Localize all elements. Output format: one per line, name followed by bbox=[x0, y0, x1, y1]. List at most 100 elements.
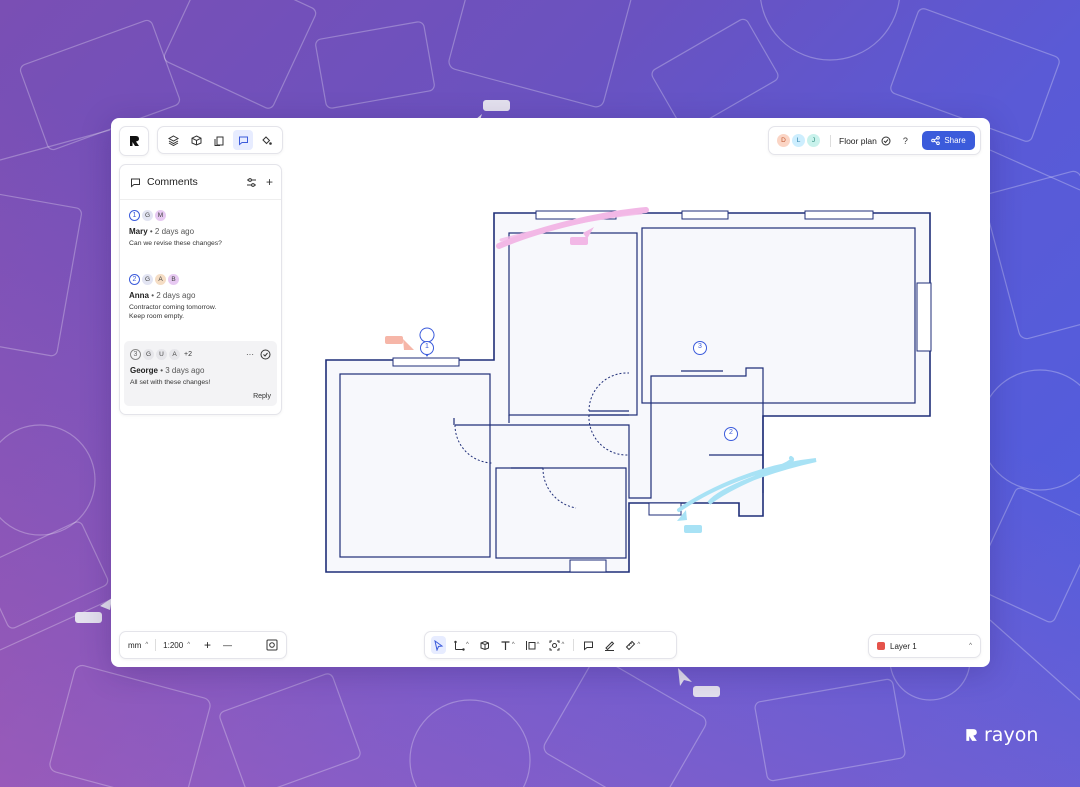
cursor-name-tag bbox=[75, 612, 102, 623]
chevron-icon: ^ bbox=[561, 642, 565, 648]
style-button[interactable] bbox=[256, 130, 276, 150]
document-title[interactable]: Floor plan bbox=[839, 136, 877, 146]
comment-tool[interactable] bbox=[581, 636, 596, 654]
text-icon bbox=[501, 640, 510, 650]
shape-tool[interactable] bbox=[477, 636, 492, 654]
cube-icon bbox=[191, 134, 202, 146]
app-logo-button[interactable] bbox=[119, 126, 149, 156]
avatar: G bbox=[143, 348, 154, 360]
capture-icon bbox=[549, 640, 560, 650]
layer-name: Layer 1 bbox=[890, 641, 917, 651]
chevron-icon: ^ bbox=[466, 642, 469, 648]
zoom-fit-icon[interactable] bbox=[266, 639, 278, 651]
comment-marker-1[interactable] bbox=[419, 327, 435, 357]
collaborator-avatar[interactable]: D bbox=[777, 134, 790, 147]
comment-author: Mary bbox=[129, 227, 148, 236]
app-window: 1 3 2 Comments + 1 G M Mary • 2 days ago… bbox=[111, 118, 990, 667]
drawing-toolbar: ^ ^ ^ ^ ^ bbox=[424, 631, 677, 659]
comment-icon bbox=[584, 641, 594, 651]
add-comment-button[interactable]: + bbox=[266, 175, 273, 189]
divider bbox=[830, 134, 831, 147]
units-zoom-bar: mm ^ 1:200 ^ + — bbox=[119, 631, 287, 659]
pages-icon bbox=[214, 136, 224, 146]
header-bar: D L J Floor plan ? Share bbox=[768, 126, 981, 155]
comment-author: George bbox=[130, 366, 159, 375]
cube-icon bbox=[480, 640, 489, 650]
filter-icon[interactable] bbox=[246, 177, 257, 188]
pages-button[interactable] bbox=[210, 130, 230, 150]
avatar: G bbox=[142, 273, 153, 285]
cursor-name-tag bbox=[483, 100, 510, 111]
capture-tool[interactable]: ^ bbox=[547, 636, 566, 654]
zoom-out-button[interactable]: — bbox=[223, 640, 232, 650]
comment-thread[interactable]: 2 G A B Anna • 2 days ago Contractor com… bbox=[120, 248, 281, 321]
marker-label: 2 bbox=[729, 429, 733, 436]
layers-button[interactable] bbox=[164, 130, 184, 150]
text-tool[interactable]: ^ bbox=[498, 636, 517, 654]
layer-selector[interactable]: Layer 1 ^ bbox=[868, 634, 981, 658]
comment-text: Can we revise these changes? bbox=[129, 240, 222, 247]
comment-number: 1 bbox=[129, 209, 140, 221]
wall-tool[interactable]: ^ bbox=[452, 636, 471, 654]
avatar: A bbox=[155, 273, 166, 285]
chevron-up-icon: ^ bbox=[145, 642, 149, 648]
select-tool[interactable] bbox=[431, 636, 446, 654]
brand-name: rayon bbox=[984, 724, 1039, 746]
collaborator-avatar[interactable]: L bbox=[792, 134, 805, 147]
comment-time: • 2 days ago bbox=[149, 291, 196, 300]
chevron-icon: ^ bbox=[511, 642, 515, 648]
avatar: U bbox=[156, 348, 167, 360]
zoom-in-button[interactable]: + bbox=[204, 638, 211, 652]
polyline-icon bbox=[454, 640, 465, 651]
share-icon bbox=[931, 136, 941, 145]
comment-text: Contractor coming tomorrow. Keep room em… bbox=[129, 304, 217, 320]
more-options-icon[interactable]: ··· bbox=[246, 350, 254, 359]
comment-text: All set with these changes! bbox=[130, 379, 211, 386]
chevron-icon: ^ bbox=[637, 642, 641, 648]
measure-tool[interactable]: ^ bbox=[623, 636, 642, 654]
avatar: G bbox=[142, 209, 153, 221]
help-button[interactable]: ? bbox=[903, 136, 908, 146]
resolve-check-icon[interactable] bbox=[260, 349, 271, 360]
cursor-name-tag bbox=[693, 686, 720, 697]
3d-view-button[interactable] bbox=[187, 130, 207, 150]
rayon-logo-icon bbox=[966, 729, 977, 741]
marker-label: 3 bbox=[698, 343, 702, 350]
unit-selector[interactable]: mm ^ bbox=[128, 641, 148, 650]
comment-author: Anna bbox=[129, 291, 149, 300]
paint-bucket-icon bbox=[262, 135, 272, 145]
chevron-up-icon: ^ bbox=[187, 642, 191, 648]
chevron-icon: ^ bbox=[536, 642, 540, 648]
share-label: Share bbox=[944, 136, 966, 145]
share-button[interactable]: Share bbox=[922, 131, 975, 150]
pointer-icon bbox=[434, 639, 444, 651]
logo-icon bbox=[130, 136, 139, 146]
scale-selector[interactable]: 1:200 ^ bbox=[163, 641, 190, 650]
reply-button[interactable]: Reply bbox=[130, 393, 271, 400]
pen-tool[interactable] bbox=[602, 636, 617, 654]
divider bbox=[155, 639, 157, 651]
dimension-tool[interactable]: ^ bbox=[523, 636, 542, 654]
comment-number: 3 bbox=[130, 348, 141, 360]
comment-thread-selected[interactable]: 3 G U A +2 ··· George • 3 days ago All s… bbox=[124, 341, 277, 406]
scale-value: 1:200 bbox=[163, 640, 184, 650]
comment-number: 2 bbox=[129, 273, 140, 285]
dimension-icon bbox=[525, 640, 536, 650]
layer-color-swatch bbox=[877, 642, 885, 650]
avatar: A bbox=[169, 348, 180, 360]
view-toolbar bbox=[157, 126, 283, 154]
comments-toggle-button[interactable] bbox=[233, 130, 254, 150]
layers-icon bbox=[168, 134, 180, 146]
comment-icon bbox=[238, 136, 248, 146]
comment-thread[interactable]: 1 G M Mary • 2 days ago Can we revise th… bbox=[120, 200, 281, 248]
chevron-up-icon: ^ bbox=[969, 643, 972, 649]
comment-icon bbox=[131, 178, 140, 188]
avatar: M bbox=[155, 209, 166, 221]
divider bbox=[573, 639, 575, 651]
comments-panel: Comments + 1 G M Mary • 2 days ago Can w… bbox=[119, 164, 282, 415]
saved-check-icon bbox=[881, 136, 891, 145]
collaborator-avatar[interactable]: J bbox=[807, 134, 820, 147]
comments-title: Comments bbox=[147, 176, 198, 188]
avatar: B bbox=[168, 273, 179, 285]
pen-icon bbox=[605, 640, 615, 651]
